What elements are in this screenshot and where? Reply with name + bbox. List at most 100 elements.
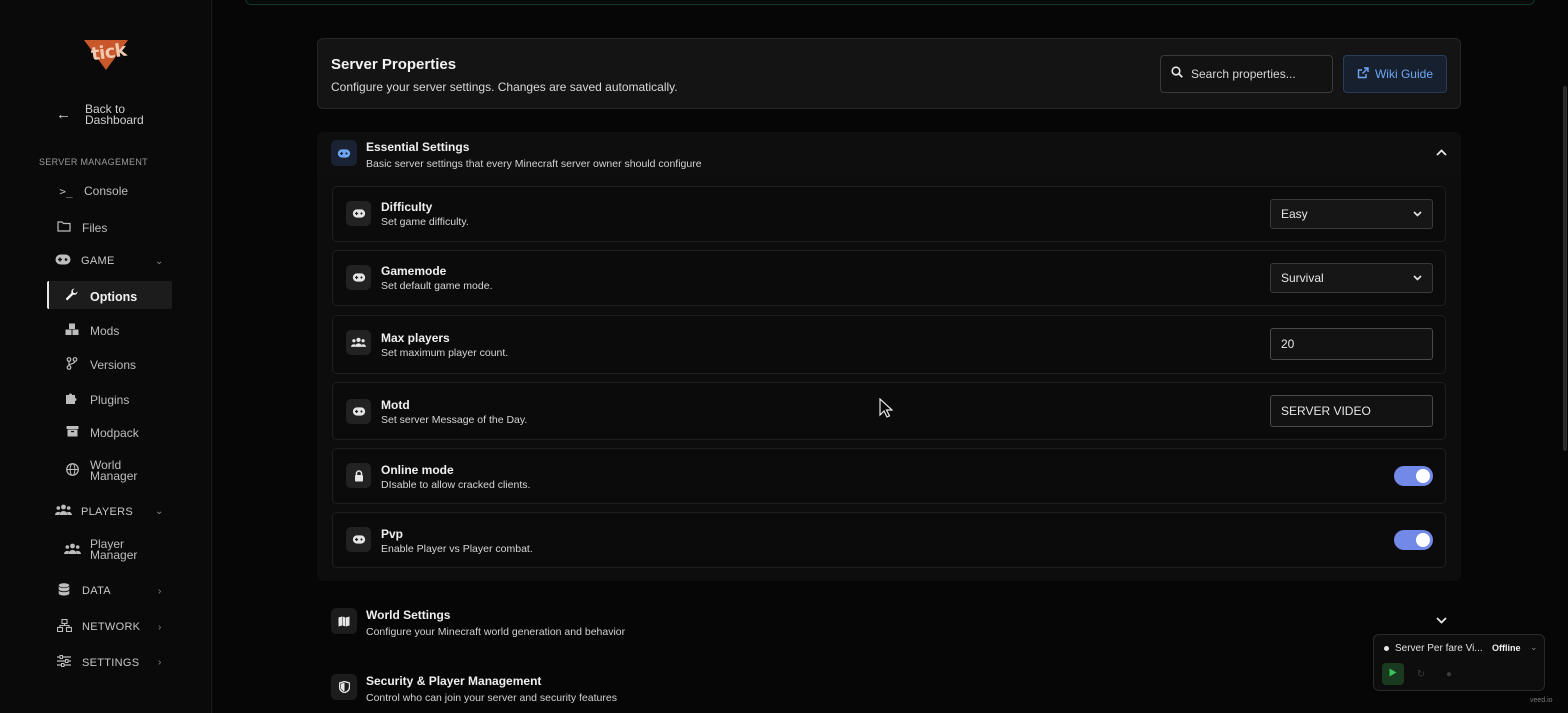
motd-input[interactable] [1270,395,1433,427]
chevron-down-icon[interactable]: ⌄ [1530,642,1538,653]
network-icon [56,618,72,635]
stop-server-button[interactable]: ● [1438,663,1460,685]
setting-description: Set maximum player count. [381,347,509,359]
difficulty-select[interactable]: Easy [1270,199,1433,229]
wrench-icon [64,288,80,305]
section-title: Essential Settings [366,140,470,154]
watermark: veed.io [1530,697,1553,704]
back-label: Back to Dashboard [85,102,144,127]
gamepad-icon [55,254,71,268]
tick-logo[interactable]: tick [84,36,128,70]
lock-icon [346,463,371,488]
chevron-down-icon: ⌄ [155,255,164,267]
arrow-left-icon: ← [56,106,71,123]
setting-row-online-mode: Online mode DIsable to allow cracked cli… [332,448,1446,504]
sidebar-group-network[interactable]: NETWORK › [56,618,166,635]
scrollbar[interactable] [1563,86,1567,451]
sidebar-item-files[interactable]: Files [56,220,107,235]
chevron-down-icon: ⌄ [155,506,164,517]
wiki-guide-button[interactable]: Wiki Guide [1343,55,1447,93]
sidebar-item-modpack[interactable]: Modpack [64,425,139,440]
sidebar-item-plugins[interactable]: Plugins [64,391,129,408]
chevron-down-icon [1413,209,1422,219]
section-title: Security & Player Management [366,674,542,688]
sidebar-item-versions[interactable]: Versions [64,357,136,373]
gamemode-select[interactable]: Survival [1270,263,1433,293]
map-icon [331,608,357,634]
sidebar-item-mods[interactable]: Mods [64,323,119,339]
chevron-right-icon: › [158,585,162,597]
online-mode-toggle[interactable] [1394,466,1433,486]
chevron-down-icon[interactable] [1436,615,1447,627]
sidebar-item-label: Versions [90,358,137,372]
setting-description: Set default game mode. [381,280,493,292]
sidebar-item-label: World Manager [90,458,138,483]
search-box[interactable] [1160,55,1333,93]
sliders-icon [56,655,72,670]
gamepad-icon [346,201,371,226]
sidebar-item-label: Files [82,220,108,235]
selected-value: Survival [1281,271,1324,285]
shield-icon [331,674,357,700]
top-card-edge [245,0,1535,5]
stop-icon: ● [1445,668,1453,680]
gamepad-icon [346,399,371,424]
setting-description: Enable Player vs Player combat. [381,543,533,555]
sidebar-group-data[interactable]: DATA › [56,583,166,599]
max-players-input[interactable] [1270,328,1433,360]
setting-title: Pvp [381,527,404,541]
users-icon [64,543,81,558]
toggle-knob [1416,469,1430,483]
sidebar-item-label: Modpack [90,425,139,440]
setting-description: Set game difficulty. [381,216,469,228]
setting-title: Online mode [381,463,454,477]
chevron-up-icon[interactable] [1436,147,1447,159]
sidebar-item-world-manager[interactable]: World Manager [64,458,150,483]
search-input[interactable] [1191,67,1321,81]
status-dot [1384,646,1389,651]
play-icon [1389,668,1397,680]
server-status-widget[interactable]: Server Per fare Vi... Offline ⌄ ↻ ● [1373,634,1545,691]
status-badge: Offline [1492,643,1521,653]
sidebar-group-players[interactable]: PLAYERS ⌄ [55,504,165,519]
branch-icon [64,357,80,373]
start-server-button[interactable] [1382,663,1404,685]
chevron-down-icon [1413,273,1422,283]
pvp-toggle[interactable] [1394,530,1433,550]
setting-title: Difficulty [381,200,433,214]
gamepad-icon [331,140,357,166]
sidebar-item-label: Mods [90,324,120,338]
sidebar-item-label: Plugins [90,392,130,407]
sidebar-item-label: SETTINGS [82,656,140,669]
setting-row-difficulty: Difficulty Set game difficulty. Easy [332,186,1446,242]
sidebar: tick ← Back to Dashboard SERVER MANAGEME… [0,0,212,713]
setting-title: Gamemode [381,264,447,278]
section-title: World Settings [366,608,451,622]
restart-server-button[interactable]: ↻ [1410,663,1432,685]
sidebar-item-label: Options [90,289,138,304]
setting-row-gamemode: Gamemode Set default game mode. Survival [332,250,1446,306]
restart-icon: ↻ [1416,668,1426,680]
search-icon [1171,65,1183,83]
folder-icon [56,220,72,235]
server-management-label: SERVER MANAGEMENT [39,157,148,167]
server-properties-header: Server Properties Configure your server … [317,38,1461,109]
sidebar-item-label: PLAYERS [81,505,134,518]
box-icon [64,425,80,440]
gamepad-icon [346,527,371,552]
sidebar-group-game[interactable]: GAME ⌄ [55,254,165,268]
security-settings-header[interactable]: Security & Player Management Control who… [317,666,1461,710]
world-settings-header[interactable]: World Settings Configure your Minecraft … [317,600,1461,644]
users-icon [346,330,371,355]
back-to-dashboard-link[interactable]: ← Back to Dashboard [56,102,155,127]
setting-row-max-players: Max players Set maximum player count. [332,315,1446,374]
setting-title: Max players [381,331,450,345]
essential-settings-header[interactable]: Essential Settings Basic server settings… [317,132,1461,176]
sidebar-group-settings[interactable]: SETTINGS › [56,655,166,670]
sidebar-item-options[interactable]: Options [64,288,137,305]
sidebar-item-console[interactable]: >_ Console [58,184,128,198]
toggle-knob [1416,533,1430,547]
database-icon [56,583,72,599]
selected-value: Easy [1281,207,1308,221]
sidebar-item-player-manager[interactable]: Player Manager [64,538,150,561]
